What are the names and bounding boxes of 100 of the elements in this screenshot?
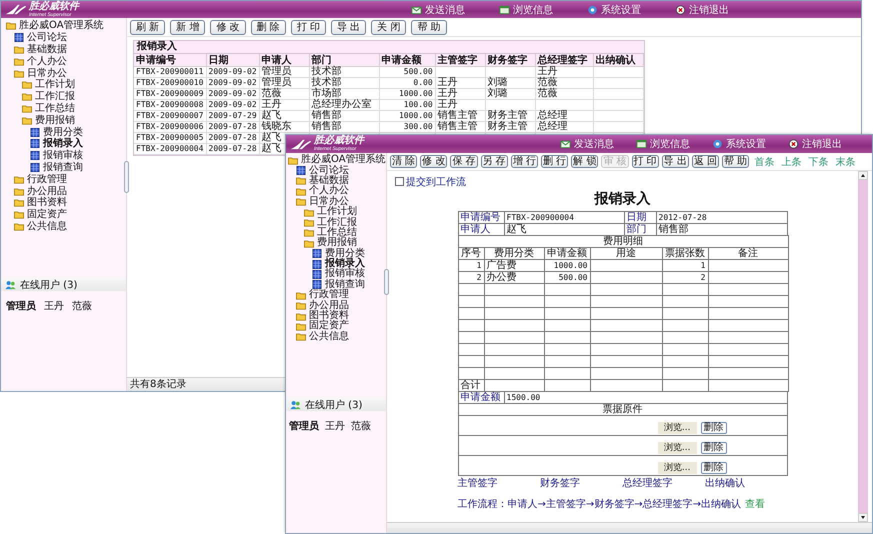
tree-item[interactable]: 个人办公: [1, 55, 126, 68]
tree-item[interactable]: 工作计划: [286, 206, 386, 218]
tree-item[interactable]: 公司论坛: [286, 165, 386, 176]
signature-label: 财务签字: [540, 478, 581, 489]
browse-button[interactable]: 浏览...: [658, 462, 696, 474]
table-cell: 2009-07-29: [206, 110, 260, 122]
tree-item[interactable]: 固定资产: [1, 208, 126, 221]
tree-item[interactable]: 胜必威OA管理系统: [286, 155, 386, 166]
table-cell: 1000.00: [544, 260, 590, 272]
toolbar-button[interactable]: 保 存: [450, 155, 478, 168]
delete-button[interactable]: 删除: [700, 422, 726, 434]
section-title: 票据原件: [458, 404, 787, 416]
table-cell: 300.00: [379, 122, 436, 132]
tree-item[interactable]: 图书资料: [1, 196, 126, 209]
field-value: 赵飞: [504, 224, 624, 236]
tree-item[interactable]: 个人办公: [286, 186, 386, 197]
column-header: 票据张数: [662, 248, 708, 260]
header-link[interactable]: 注销退出: [788, 137, 842, 151]
table-cell: FTBX-200900007: [134, 110, 206, 122]
online-users-title: 在线用户 (3): [305, 398, 362, 412]
view-link[interactable]: 查看: [745, 499, 766, 510]
header-link[interactable]: 浏览信息: [499, 2, 553, 16]
header-link[interactable]: 浏览信息: [636, 137, 690, 151]
tree-item[interactable]: 工作计划: [1, 78, 126, 91]
tree-item[interactable]: 费用报销: [1, 114, 126, 126]
tree-item[interactable]: 公共信息: [1, 220, 126, 232]
column-header: 财务签字: [485, 54, 536, 66]
toolbar-button[interactable]: 关 闭: [371, 20, 406, 34]
table-cell: 2009-09-02: [206, 66, 260, 78]
header-link[interactable]: 注销退出: [675, 2, 729, 16]
toolbar-button[interactable]: 导 出: [330, 20, 366, 34]
tree-item[interactable]: 行政管理: [1, 173, 126, 186]
toolbar-button[interactable]: 帮 助: [722, 155, 750, 168]
tree-item[interactable]: 报销查询: [286, 280, 386, 290]
table-cell: 2: [458, 272, 484, 284]
nav-link[interactable]: 上条: [779, 154, 804, 168]
table-cell: FTBX-200900005: [134, 132, 206, 144]
user-name: 王丹: [44, 300, 64, 313]
checkbox-label[interactable]: 提交到工作流: [406, 174, 466, 188]
toolbar-button[interactable]: 修 改: [420, 155, 448, 168]
nav-link[interactable]: 下条: [806, 154, 830, 168]
column-header: 申请金额: [379, 54, 436, 66]
signature-label: 主管签字: [458, 478, 498, 489]
toolbar-button[interactable]: 新 增: [170, 20, 206, 34]
tree-item[interactable]: 行政管理: [286, 290, 386, 300]
tree-item[interactable]: 基础数据: [286, 176, 386, 186]
tree-item[interactable]: 固定资产: [286, 321, 386, 332]
header-link[interactable]: 系统设置: [587, 2, 641, 16]
column-header: 日期: [206, 54, 260, 66]
header-link[interactable]: 发送消息: [560, 137, 614, 151]
toolbar-button[interactable]: 删 除: [250, 20, 286, 34]
toolbar-button[interactable]: 解 锁: [571, 155, 598, 168]
tree-item[interactable]: 报销录入: [1, 138, 126, 150]
field-value: 销售部: [656, 224, 787, 236]
field-value: 2012-07-28: [656, 212, 787, 224]
table-cell: 王丹: [435, 78, 486, 88]
toolbar-button[interactable]: 导 出: [662, 155, 689, 168]
tree-item[interactable]: 报销审核: [1, 150, 126, 162]
table-cell: 钱晓东: [259, 122, 310, 132]
toolbar-button[interactable]: 打 印: [290, 20, 326, 34]
tree-item[interactable]: 报销查询: [1, 162, 126, 174]
nav-link[interactable]: 末条: [833, 154, 858, 168]
tree-item[interactable]: 工作汇报: [1, 90, 126, 103]
column-header: 用途: [590, 248, 662, 260]
tree-item[interactable]: 办公用品: [1, 185, 126, 197]
toolbar-button[interactable]: 修 改: [210, 20, 246, 34]
table-cell: 王丹: [435, 88, 486, 100]
tree-item[interactable]: 工作总结: [1, 102, 126, 114]
tree-item[interactable]: 费用报销: [286, 238, 386, 249]
browse-button[interactable]: 浏览...: [658, 442, 696, 454]
toolbar-button[interactable]: 帮 助: [411, 20, 446, 34]
delete-button[interactable]: 删除: [700, 442, 726, 454]
tree-item[interactable]: 日常办公: [1, 67, 126, 79]
browse-button[interactable]: 浏览...: [658, 422, 696, 434]
toolbar-button[interactable]: 另 存: [480, 155, 508, 168]
toolbar-button[interactable]: 删 行: [540, 155, 568, 168]
tree-item[interactable]: 费用分类: [1, 126, 126, 138]
toolbar-button[interactable]: 增 行: [510, 155, 538, 168]
table-cell: 管理员: [259, 66, 310, 78]
tree-item[interactable]: 胜必威OA管理系统: [1, 20, 126, 32]
header-link[interactable]: 系统设置: [712, 137, 766, 151]
tree-item[interactable]: 工作汇报: [286, 217, 386, 228]
nav-link[interactable]: 首条: [752, 154, 776, 168]
tree-item[interactable]: 办公用品: [286, 300, 386, 311]
user-name: 管理员: [289, 420, 319, 433]
tree-item[interactable]: 日常办公: [286, 196, 386, 207]
tree-item[interactable]: 基础数据: [1, 44, 126, 56]
table-cell: 刘璐: [485, 78, 536, 88]
toolbar-button[interactable]: 打 印: [632, 155, 659, 168]
toolbar-button[interactable]: 清 除: [390, 155, 418, 168]
tree-item[interactable]: 公司论坛: [1, 32, 126, 44]
field-label: 申请金额: [458, 392, 504, 404]
tree-item[interactable]: 报销审核: [286, 269, 386, 280]
tree-item[interactable]: 费用分类: [286, 248, 386, 259]
delete-button[interactable]: 删除: [700, 462, 726, 474]
toolbar-button[interactable]: 返 回: [692, 155, 720, 168]
tree-item[interactable]: 公共信息: [286, 332, 386, 342]
toolbar-button[interactable]: 刷 新: [130, 20, 166, 34]
header-link[interactable]: 发送消息: [411, 2, 465, 16]
workflow-text: 工作流程：申请人→主管签字→财务签字→总经理签字→出纳确认: [458, 499, 742, 510]
